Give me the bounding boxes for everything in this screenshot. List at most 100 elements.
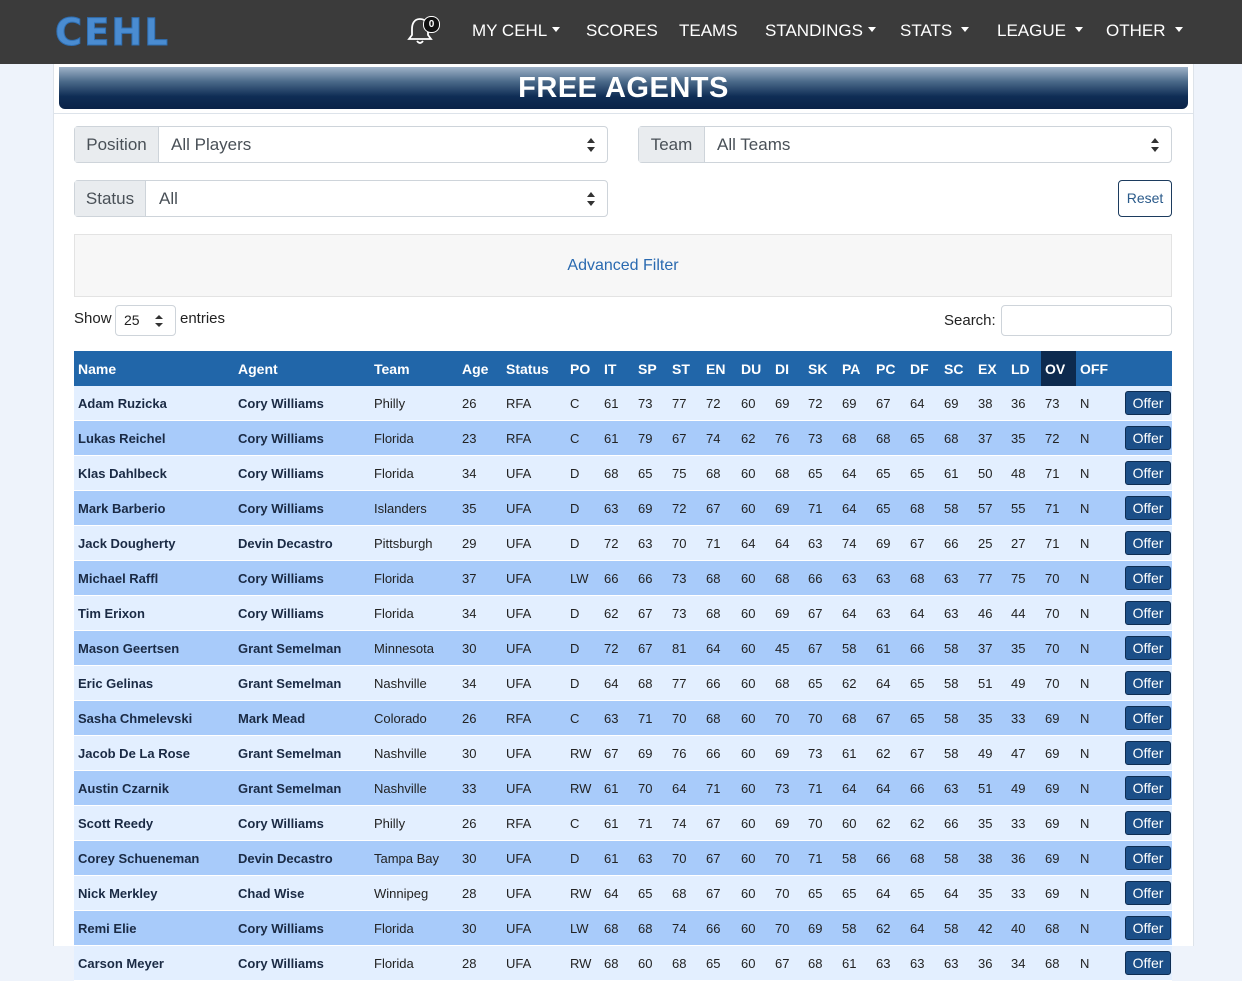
cell-agent[interactable]: Grant Semelman: [234, 665, 370, 701]
column-header-po[interactable]: PO: [566, 351, 600, 386]
offer-button[interactable]: Offer: [1125, 426, 1171, 450]
offer-button[interactable]: Offer: [1125, 461, 1171, 485]
cell-agent[interactable]: Grant Semelman: [234, 630, 370, 666]
cell-ov: 71: [1041, 525, 1076, 561]
offer-button[interactable]: Offer: [1125, 916, 1171, 940]
column-header-ex[interactable]: EX: [974, 351, 1007, 386]
position-select[interactable]: Position All Players: [74, 126, 608, 163]
column-header-pa[interactable]: PA: [838, 351, 872, 386]
cell-ld: 48: [1007, 455, 1041, 491]
cell-name[interactable]: Adam Ruzicka: [74, 386, 234, 421]
cell-pc: 63: [872, 595, 906, 631]
offer-button[interactable]: Offer: [1125, 881, 1171, 905]
page-length-select[interactable]: 25: [115, 305, 176, 336]
cell-agent[interactable]: Cory Williams: [234, 420, 370, 456]
cell-di: 69: [771, 805, 804, 841]
column-header-ov[interactable]: OV: [1041, 351, 1076, 386]
cell-agent[interactable]: Cory Williams: [234, 386, 370, 421]
offer-button[interactable]: Offer: [1125, 391, 1171, 415]
column-header-df[interactable]: DF: [906, 351, 940, 386]
column-header-team[interactable]: Team: [370, 351, 458, 386]
column-header-pc[interactable]: PC: [872, 351, 906, 386]
cell-agent[interactable]: Mark Mead: [234, 700, 370, 736]
cell-off: N: [1076, 910, 1121, 946]
cell-name[interactable]: Lukas Reichel: [74, 420, 234, 456]
cell-agent[interactable]: Cory Williams: [234, 910, 370, 946]
cell-name[interactable]: Eric Gelinas: [74, 665, 234, 701]
cell-name[interactable]: Remi Elie: [74, 910, 234, 946]
cell-pa: 64: [838, 770, 872, 806]
cell-agent[interactable]: Grant Semelman: [234, 770, 370, 806]
column-header-st[interactable]: ST: [668, 351, 702, 386]
cell-name[interactable]: Nick Merkley: [74, 875, 234, 911]
cehl-logo[interactable]: CEHL: [55, 8, 170, 56]
cell-agent[interactable]: Cory Williams: [234, 945, 370, 981]
offer-button[interactable]: Offer: [1125, 811, 1171, 835]
cell-name[interactable]: Austin Czarnik: [74, 770, 234, 806]
cell-agent[interactable]: Cory Williams: [234, 490, 370, 526]
nav-league[interactable]: LEAGUE: [997, 19, 1083, 43]
search-input[interactable]: [1001, 305, 1172, 336]
column-header-sp[interactable]: SP: [634, 351, 668, 386]
column-header-age[interactable]: Age: [458, 351, 502, 386]
nav-other[interactable]: OTHER: [1106, 19, 1183, 43]
cell-name[interactable]: Mark Barberio: [74, 490, 234, 526]
offer-button[interactable]: Offer: [1125, 951, 1171, 975]
column-header-ld[interactable]: LD: [1007, 351, 1041, 386]
nav-stats[interactable]: STATS: [900, 19, 970, 43]
advanced-filter-toggle[interactable]: Advanced Filter: [74, 234, 1172, 297]
table-row: Jacob De La Rose Grant Semelman Nashville 3…: [74, 735, 1172, 771]
team-select[interactable]: Team All Teams: [638, 126, 1172, 163]
offer-button[interactable]: Offer: [1125, 601, 1171, 625]
offer-button[interactable]: Offer: [1125, 706, 1171, 730]
column-header-sc[interactable]: SC: [940, 351, 974, 386]
cell-agent[interactable]: Cory Williams: [234, 455, 370, 491]
column-header-it[interactable]: IT: [600, 351, 634, 386]
cell-name[interactable]: Klas Dahlbeck: [74, 455, 234, 491]
column-header-off[interactable]: OFF: [1076, 351, 1121, 386]
cell-agent[interactable]: Chad Wise: [234, 875, 370, 911]
cell-agent[interactable]: Cory Williams: [234, 560, 370, 596]
column-header-agent[interactable]: Agent: [234, 351, 370, 386]
cell-name[interactable]: Jack Dougherty: [74, 525, 234, 561]
offer-button[interactable]: Offer: [1125, 776, 1171, 800]
status-select[interactable]: Status All: [74, 180, 608, 217]
cell-agent[interactable]: Cory Williams: [234, 595, 370, 631]
cell-agent[interactable]: Devin Decastro: [234, 525, 370, 561]
cell-sc: 68: [940, 420, 974, 456]
cell-pa: 61: [838, 945, 872, 981]
offer-button[interactable]: Offer: [1125, 741, 1171, 765]
offer-button[interactable]: Offer: [1125, 566, 1171, 590]
column-header-du[interactable]: DU: [737, 351, 771, 386]
nav-teams[interactable]: TEAMS: [679, 19, 738, 43]
reset-button[interactable]: Reset: [1118, 180, 1172, 217]
nav-my-cehl[interactable]: MY CEHL: [472, 19, 561, 43]
column-header-sk[interactable]: SK: [804, 351, 838, 386]
cell-agent[interactable]: Devin Decastro: [234, 840, 370, 876]
cell-name[interactable]: Corey Schueneman: [74, 840, 234, 876]
offer-button[interactable]: Offer: [1125, 496, 1171, 520]
offer-button[interactable]: Offer: [1125, 846, 1171, 870]
cell-age: 30: [458, 910, 502, 946]
cell-sp: 71: [634, 700, 668, 736]
offer-button[interactable]: Offer: [1125, 636, 1171, 660]
nav-scores[interactable]: SCORES: [586, 19, 658, 43]
offer-button[interactable]: Offer: [1125, 671, 1171, 695]
column-header-name[interactable]: Name: [74, 351, 234, 386]
cell-sp: 70: [634, 770, 668, 806]
cell-agent[interactable]: Cory Williams: [234, 805, 370, 841]
column-header-en[interactable]: EN: [702, 351, 737, 386]
cell-name[interactable]: Tim Erixon: [74, 595, 234, 631]
column-header-di[interactable]: DI: [771, 351, 804, 386]
cell-name[interactable]: Mason Geertsen: [74, 630, 234, 666]
column-header-status[interactable]: Status: [502, 351, 566, 386]
cell-name[interactable]: Scott Reedy: [74, 805, 234, 841]
cell-name[interactable]: Michael Raffl: [74, 560, 234, 596]
cell-name[interactable]: Carson Meyer: [74, 945, 234, 981]
advanced-filter-label[interactable]: Advanced Filter: [567, 257, 678, 274]
nav-standings[interactable]: STANDINGS: [765, 19, 876, 43]
cell-name[interactable]: Sasha Chmelevski: [74, 700, 234, 736]
cell-agent[interactable]: Grant Semelman: [234, 735, 370, 771]
cell-name[interactable]: Jacob De La Rose: [74, 735, 234, 771]
offer-button[interactable]: Offer: [1125, 531, 1171, 555]
